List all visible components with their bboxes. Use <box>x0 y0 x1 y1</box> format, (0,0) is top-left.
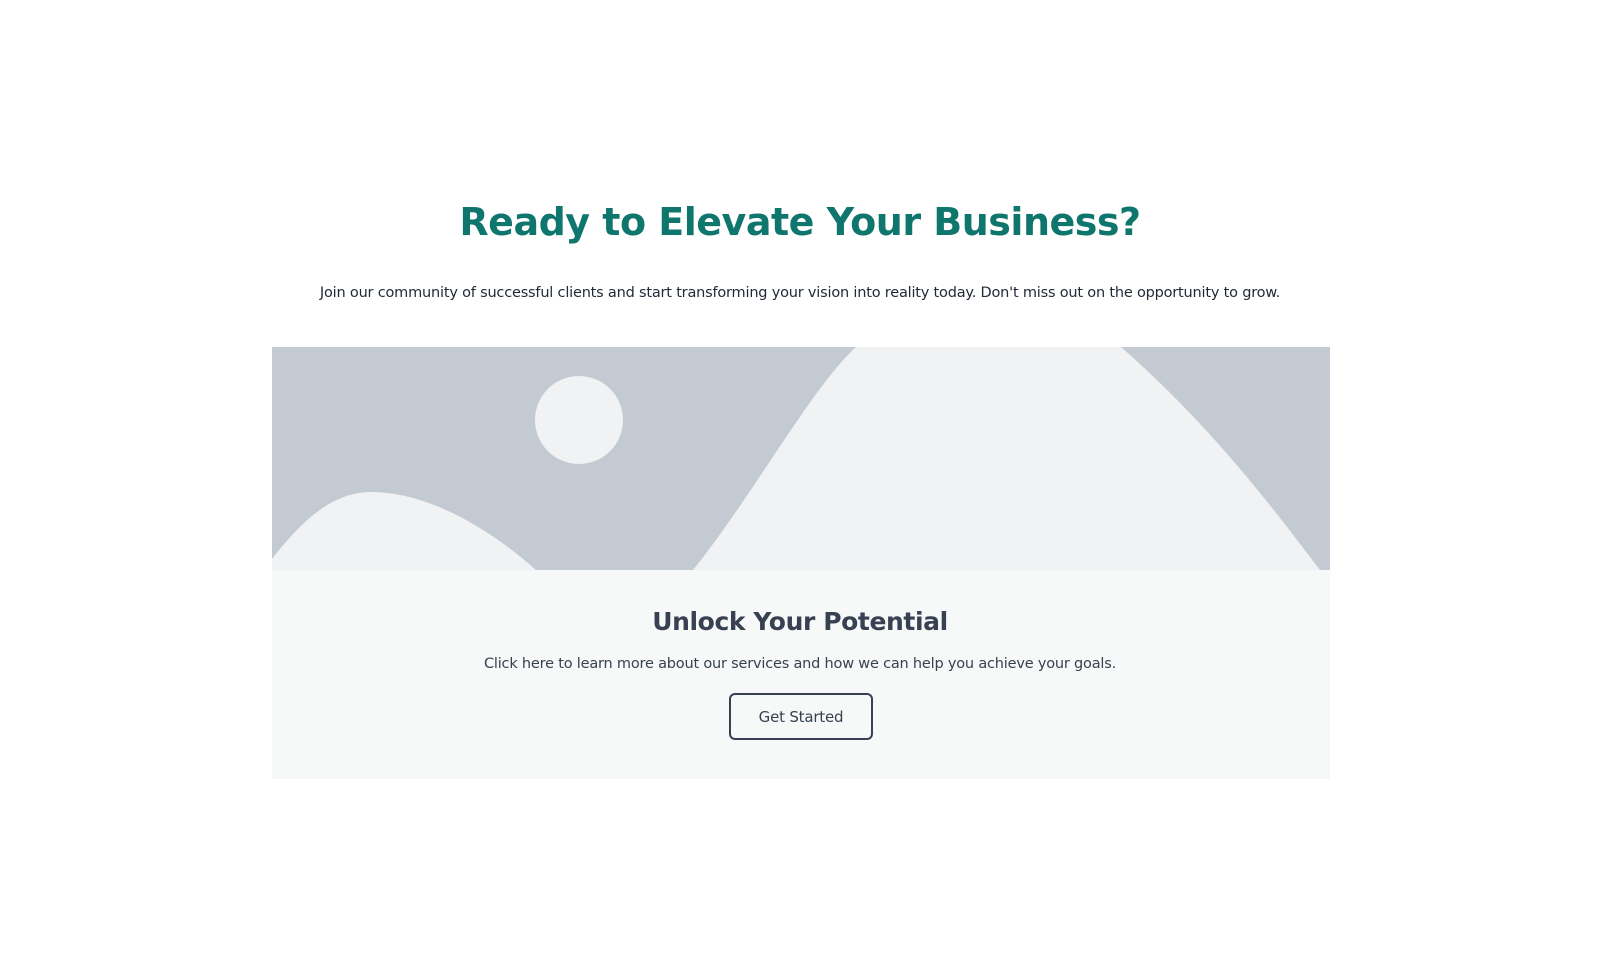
image-sun <box>535 376 623 464</box>
placeholder-image-icon <box>272 347 1330 570</box>
get-started-button[interactable]: Get Started <box>729 693 873 740</box>
section-heading: Ready to Elevate Your Business? <box>459 200 1141 244</box>
card-description: Click here to learn more about our servi… <box>483 656 1117 672</box>
section-subtext: Join our community of successful clients… <box>319 285 1281 301</box>
cta-section: Ready to Elevate Your Business? Join our… <box>0 0 1600 978</box>
card-title: Unlock Your Potential <box>652 607 948 636</box>
